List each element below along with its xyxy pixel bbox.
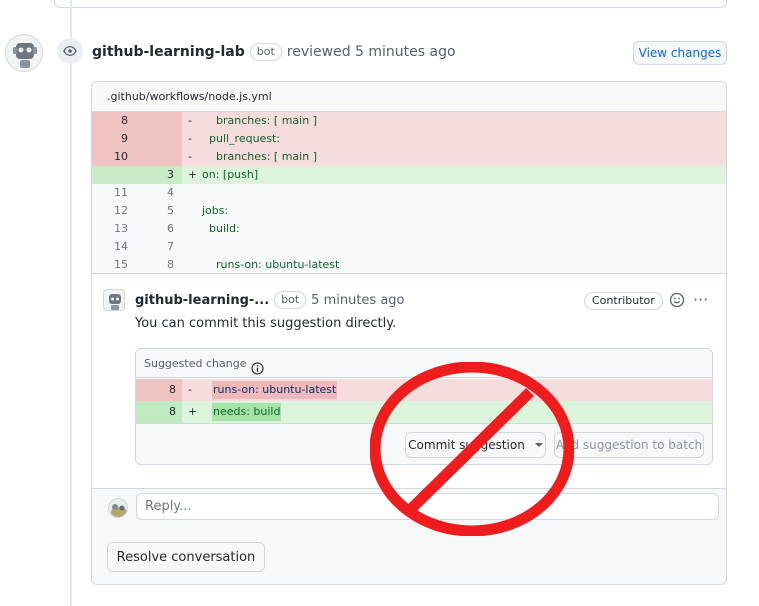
diff-sign: - bbox=[188, 114, 192, 127]
suggested-change: Suggested change 8 - runs-on: ubuntu-lat… bbox=[135, 348, 713, 465]
comment-body: You can commit this suggestion directly. bbox=[135, 316, 397, 331]
diff-line-del: 8 - branches: [ main ] bbox=[92, 112, 726, 130]
review-author[interactable]: github-learning-lab bbox=[92, 44, 245, 60]
bot-badge: bot bbox=[274, 291, 307, 309]
old-line-number[interactable]: 11 bbox=[92, 184, 128, 202]
review-header: github-learning-lab bot reviewed 5 minut… bbox=[92, 43, 456, 61]
line-number: 8 bbox=[169, 383, 176, 396]
diff-sign: + bbox=[188, 168, 198, 181]
suggestion-deleted-line: 8 - runs-on: ubuntu-latest bbox=[136, 379, 712, 401]
code-text: needs: build bbox=[212, 403, 282, 421]
diff-line-ctx: 15 8 runs-on: ubuntu-latest bbox=[92, 256, 726, 274]
commit-suggestion-label: Commit suggestion bbox=[408, 438, 525, 452]
new-line-number[interactable]: 3 bbox=[136, 166, 174, 184]
code-text: on: [push] bbox=[202, 168, 259, 181]
diff-line-ctx: 11 4 bbox=[92, 184, 726, 202]
suggestion-footer: Commit suggestion Add suggestion to batc… bbox=[136, 423, 712, 464]
diff-line-del: 9 - pull_request: bbox=[92, 130, 726, 148]
reply-input[interactable] bbox=[136, 493, 719, 520]
review-comment: github-learning-... bot 5 minutes ago Co… bbox=[92, 273, 726, 489]
new-line-number[interactable]: 4 bbox=[136, 184, 174, 202]
timeline-line bbox=[70, 0, 72, 606]
eye-icon bbox=[57, 38, 83, 64]
resolve-conversation-button[interactable]: Resolve conversation bbox=[107, 542, 265, 572]
avatar[interactable] bbox=[5, 34, 43, 72]
diff-sign: + bbox=[188, 405, 198, 418]
code-text: runs-on: ubuntu-latest bbox=[202, 258, 340, 271]
contributor-badge: Contributor bbox=[584, 292, 663, 310]
new-line-number[interactable]: 8 bbox=[136, 256, 174, 274]
code-text: branches: [ main ] bbox=[202, 150, 317, 163]
suggested-change-header: Suggested change bbox=[136, 349, 712, 378]
old-line-number[interactable]: 9 bbox=[92, 130, 128, 148]
reply-avatar bbox=[108, 498, 128, 518]
diff-line-add: 3 + on: [push] bbox=[92, 166, 726, 184]
suggested-change-title: Suggested change bbox=[144, 356, 247, 370]
code-text: branches: [ main ] bbox=[202, 114, 317, 127]
view-changes-button[interactable]: View changes bbox=[633, 41, 727, 65]
line-number: 8 bbox=[169, 405, 176, 418]
comment-time[interactable]: 5 minutes ago bbox=[311, 293, 404, 308]
file-path[interactable]: .github/workflows/node.js.yml bbox=[92, 82, 726, 112]
code-text: jobs: bbox=[202, 204, 229, 217]
caret-down-icon[interactable] bbox=[534, 443, 543, 447]
review-meta: reviewed 5 minutes ago bbox=[286, 44, 456, 60]
review-thread: .github/workflows/node.js.yml 8- branche… bbox=[91, 81, 727, 585]
old-line-number[interactable]: 12 bbox=[92, 202, 128, 220]
diff-line-ctx: 13 6 build: bbox=[92, 220, 726, 238]
old-line-number[interactable]: 10 bbox=[92, 148, 128, 166]
bot-badge: bot bbox=[249, 43, 282, 61]
new-line-number[interactable]: 5 bbox=[136, 202, 174, 220]
info-icon[interactable] bbox=[251, 357, 265, 375]
code-text: pull_request: bbox=[202, 132, 281, 145]
new-line-number[interactable]: 6 bbox=[136, 220, 174, 238]
add-suggestion-to-batch-button[interactable]: Add suggestion to batch bbox=[554, 432, 704, 458]
diff-sign: - bbox=[188, 383, 192, 396]
diff-line-ctx: 14 7 bbox=[92, 238, 726, 256]
old-line-number[interactable]: 8 bbox=[92, 112, 128, 130]
old-line-number[interactable]: 14 bbox=[92, 238, 128, 256]
comment-author[interactable]: github-learning-... bbox=[135, 293, 269, 308]
code-text: runs-on: ubuntu-latest bbox=[212, 381, 338, 399]
old-line-number[interactable]: 13 bbox=[92, 220, 128, 238]
smiley-icon[interactable] bbox=[669, 292, 685, 308]
diff-sign: - bbox=[188, 132, 192, 145]
diff-line-ctx: 12 5 jobs: bbox=[92, 202, 726, 220]
old-line-number[interactable]: 15 bbox=[92, 256, 128, 274]
diff-sign: - bbox=[188, 150, 192, 163]
kebab-icon[interactable]: ··· bbox=[693, 290, 708, 309]
diff-line-del: 10 - branches: [ main ] bbox=[92, 148, 726, 166]
suggestion-added-line: 8 + needs: build bbox=[136, 401, 712, 423]
previous-card-edge bbox=[54, 0, 727, 8]
code-text: build: bbox=[202, 222, 240, 235]
commit-suggestion-button[interactable]: Commit suggestion bbox=[405, 432, 546, 458]
new-line-number[interactable]: 7 bbox=[136, 238, 174, 256]
comment-avatar[interactable] bbox=[103, 289, 125, 311]
reply-row bbox=[92, 490, 726, 526]
comment-header: github-learning-... bot 5 minutes ago bbox=[135, 291, 405, 309]
